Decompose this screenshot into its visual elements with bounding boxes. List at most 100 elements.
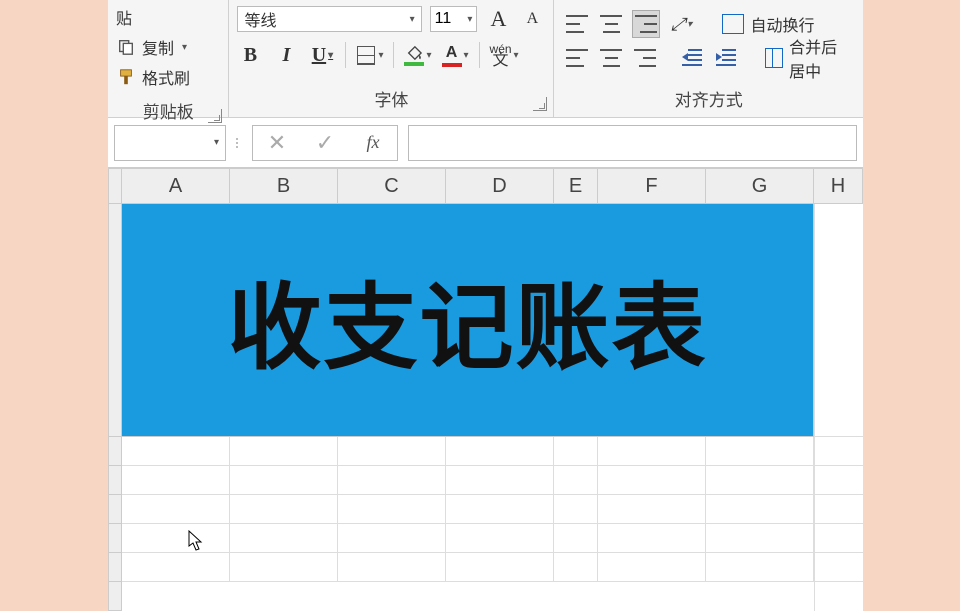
- align-top-button[interactable]: [564, 10, 590, 38]
- align-left-button[interactable]: [564, 44, 590, 72]
- row-header[interactable]: [108, 437, 122, 466]
- title-cell[interactable]: 收支记账表: [122, 204, 814, 437]
- cell[interactable]: [122, 466, 230, 495]
- align-right-button[interactable]: [632, 44, 658, 72]
- table-row: [122, 524, 863, 553]
- right-cells: [814, 204, 863, 611]
- increase-indent-button[interactable]: [713, 44, 739, 72]
- chevron-down-icon: ▾: [687, 19, 692, 30]
- cell[interactable]: [598, 437, 706, 466]
- row-header[interactable]: [108, 553, 122, 582]
- column-header[interactable]: F: [598, 168, 706, 204]
- row-header[interactable]: [108, 524, 122, 553]
- cell[interactable]: [598, 466, 706, 495]
- cell[interactable]: [706, 553, 814, 582]
- font-family-select[interactable]: 等线 ▾: [237, 6, 421, 32]
- cell[interactable]: [554, 466, 598, 495]
- spreadsheet-window: 贴 复制 ▾ 格式刷 剪贴板: [108, 0, 863, 600]
- cell[interactable]: [230, 495, 338, 524]
- font-size-select[interactable]: 11 ▾: [430, 6, 478, 32]
- cell[interactable]: [815, 495, 863, 524]
- column-header[interactable]: G: [706, 168, 814, 204]
- cell[interactable]: [815, 553, 863, 582]
- cell[interactable]: [338, 524, 446, 553]
- merge-center-label: 合并后居中: [789, 34, 853, 82]
- name-box[interactable]: ▾: [114, 125, 226, 161]
- column-header[interactable]: B: [230, 168, 338, 204]
- formula-input[interactable]: [408, 125, 857, 161]
- column-header[interactable]: C: [338, 168, 446, 204]
- wrap-text-button[interactable]: 自动换行: [722, 12, 814, 36]
- merge-center-button[interactable]: 合并后居中: [765, 34, 853, 82]
- cell[interactable]: [815, 204, 863, 437]
- format-painter-icon: [116, 67, 136, 87]
- cell[interactable]: [230, 466, 338, 495]
- decrease-indent-button[interactable]: [679, 44, 705, 72]
- cell[interactable]: [706, 524, 814, 553]
- format-painter-button[interactable]: 格式刷: [116, 62, 220, 92]
- font-color-button[interactable]: A ▾: [442, 41, 469, 69]
- cell[interactable]: [554, 495, 598, 524]
- clipboard-body: 贴 复制 ▾ 格式刷: [108, 0, 228, 94]
- bold-button[interactable]: B: [237, 41, 263, 69]
- column-header[interactable]: A: [122, 168, 230, 204]
- row-header[interactable]: [108, 582, 122, 611]
- align-middle-button[interactable]: [598, 10, 624, 38]
- cell[interactable]: [122, 437, 230, 466]
- cell[interactable]: [338, 553, 446, 582]
- column-header[interactable]: E: [554, 168, 598, 204]
- italic-button[interactable]: I: [273, 41, 299, 69]
- align-bottom-button[interactable]: [632, 10, 660, 38]
- orientation-button[interactable]: ⤢▾: [668, 10, 694, 38]
- cell[interactable]: [598, 553, 706, 582]
- cell[interactable]: [230, 553, 338, 582]
- column-header[interactable]: H: [814, 168, 863, 204]
- cell[interactable]: [706, 466, 814, 495]
- row-header[interactable]: [108, 204, 122, 437]
- cell[interactable]: [122, 495, 230, 524]
- align-center-button[interactable]: [598, 44, 624, 72]
- cell[interactable]: [230, 437, 338, 466]
- cell[interactable]: [446, 553, 554, 582]
- cancel-button[interactable]: ✕: [253, 126, 301, 160]
- cell[interactable]: [446, 495, 554, 524]
- underline-button[interactable]: U▾: [309, 41, 335, 69]
- paste-button[interactable]: 贴: [116, 2, 220, 32]
- cell[interactable]: [338, 495, 446, 524]
- cell[interactable]: [122, 553, 230, 582]
- cell[interactable]: [446, 437, 554, 466]
- borders-button[interactable]: ▾: [356, 41, 383, 69]
- increase-font-button[interactable]: A: [485, 5, 511, 33]
- cell[interactable]: [815, 524, 863, 553]
- cell[interactable]: [230, 524, 338, 553]
- cell[interactable]: [122, 524, 230, 553]
- copy-button[interactable]: 复制 ▾: [116, 32, 220, 62]
- enter-button[interactable]: ✓: [301, 126, 349, 160]
- select-all-corner[interactable]: [108, 168, 122, 204]
- cell[interactable]: [815, 466, 863, 495]
- cell[interactable]: [815, 437, 863, 466]
- cell[interactable]: [598, 524, 706, 553]
- cell[interactable]: [706, 437, 814, 466]
- font-group-label: 字体: [229, 82, 553, 117]
- dialog-launcher-icon[interactable]: [533, 97, 547, 111]
- row-header[interactable]: [108, 495, 122, 524]
- cells-area[interactable]: 收支记账表: [122, 204, 863, 611]
- cell[interactable]: [446, 466, 554, 495]
- cell[interactable]: [554, 437, 598, 466]
- resize-grip[interactable]: [236, 138, 242, 148]
- column-header[interactable]: D: [446, 168, 554, 204]
- insert-function-button[interactable]: fx: [349, 126, 397, 160]
- cell[interactable]: [338, 466, 446, 495]
- cell[interactable]: [554, 524, 598, 553]
- cell[interactable]: [554, 553, 598, 582]
- decrease-font-button[interactable]: A: [519, 5, 545, 33]
- cell[interactable]: [446, 524, 554, 553]
- row-header[interactable]: [108, 466, 122, 495]
- phonetic-guide-button[interactable]: wén 文 ▾: [490, 41, 519, 69]
- cell[interactable]: [598, 495, 706, 524]
- dialog-launcher-icon[interactable]: [208, 109, 222, 123]
- fill-color-button[interactable]: ▾: [404, 41, 431, 69]
- cell[interactable]: [338, 437, 446, 466]
- cell[interactable]: [706, 495, 814, 524]
